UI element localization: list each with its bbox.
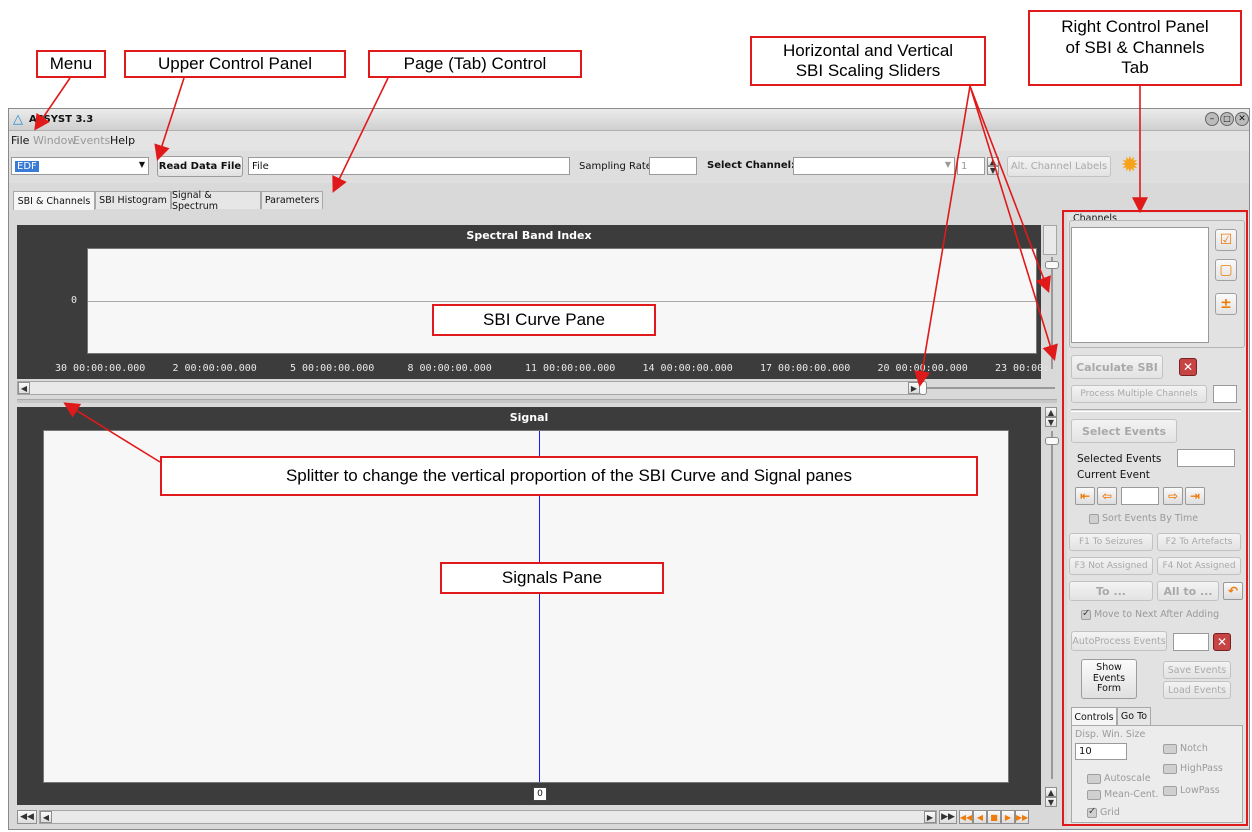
sbi-vertical-scaling-slider[interactable] bbox=[1045, 257, 1059, 369]
signal-horizontal-scrollbar[interactable]: ◀ ▶ bbox=[39, 810, 937, 824]
app-logo-icon: △ bbox=[13, 112, 23, 127]
channel-select[interactable]: ▼ bbox=[793, 157, 955, 175]
upper-control-panel: EDF ▼ Read Data File File Sampling Rate … bbox=[9, 151, 1249, 183]
scroll-right-icon[interactable]: ▶ bbox=[924, 811, 936, 823]
first-event-icon[interactable]: ◀◀ bbox=[959, 810, 973, 824]
sbi-curve-pane: Spectral Band Index 0 30 00:00:00.000 2 0… bbox=[17, 225, 1049, 379]
signal-vertical-scaling-slider[interactable] bbox=[1045, 431, 1059, 779]
format-value: EDF bbox=[15, 160, 39, 172]
signal-marker: 0 bbox=[533, 787, 547, 801]
x-tick-label: 11 00:00:00.000 bbox=[525, 363, 616, 374]
select-channel-label: Select Channel: bbox=[707, 160, 796, 171]
channel-index-field[interactable]: 1 bbox=[957, 157, 985, 175]
signal-scroll-down-icon[interactable]: ▼ bbox=[1045, 417, 1057, 427]
tab-signal-spectrum[interactable]: Signal & Spectrum bbox=[171, 190, 261, 212]
sbi-horizontal-scrollbar[interactable]: ◀ ▶ bbox=[17, 381, 921, 395]
sbi-horizontal-scaling-slider[interactable] bbox=[919, 381, 1055, 395]
callout-menu: Menu bbox=[36, 50, 106, 78]
channel-down-icon[interactable]: ▼ bbox=[987, 166, 999, 175]
jump-start-icon[interactable]: ◀◀ bbox=[17, 810, 37, 824]
window-title: ASSYST 3.3 bbox=[29, 114, 94, 125]
sampling-rate-label: Sampling Rate bbox=[579, 161, 652, 172]
title-bar: △ ASSYST 3.3 – □ ✕ bbox=[9, 109, 1249, 131]
tab-parameters[interactable]: Parameters bbox=[261, 191, 323, 209]
stop-icon[interactable]: ■ bbox=[987, 810, 1001, 824]
x-tick-label: 14 00:00:00.000 bbox=[642, 363, 733, 374]
signal-scroll-up-icon[interactable]: ▲ bbox=[1045, 407, 1057, 417]
signal-scale-down-icon[interactable]: ▼ bbox=[1045, 797, 1057, 807]
signal-scale-up-icon[interactable]: ▲ bbox=[1045, 787, 1057, 797]
callout-sliders: Horizontal and Vertical SBI Scaling Slid… bbox=[750, 36, 986, 86]
pane-splitter[interactable] bbox=[17, 399, 1057, 403]
x-tick-label: 30 00:00:00.000 bbox=[55, 363, 146, 374]
menu-file[interactable]: File bbox=[11, 134, 29, 147]
y-tick-label: 0 bbox=[71, 295, 78, 306]
gear-icon[interactable]: ✹ bbox=[1119, 155, 1141, 177]
format-select[interactable]: EDF ▼ bbox=[11, 157, 149, 175]
last-event-icon[interactable]: ▶▶ bbox=[1015, 810, 1029, 824]
menu-window[interactable]: Window bbox=[33, 134, 76, 147]
signal-nav-bar: ◀◀ ◀ ▶ ▶▶ ◀◀ ◀ ■ ▶ ▶▶ bbox=[17, 809, 1059, 825]
right-panel-highlight bbox=[1062, 210, 1248, 826]
x-tick-label: 17 00:00:00.000 bbox=[760, 363, 851, 374]
menu-bar: File Window Events Help bbox=[9, 131, 1249, 151]
tab-sbi-histogram[interactable]: SBI Histogram bbox=[95, 191, 171, 209]
sbi-pane-title: Spectral Band Index bbox=[466, 229, 592, 242]
menu-events[interactable]: Events bbox=[73, 134, 110, 147]
prev-event-icon[interactable]: ◀ bbox=[973, 810, 987, 824]
scroll-left-icon[interactable]: ◀ bbox=[18, 382, 30, 394]
callout-splitter: Splitter to change the vertical proporti… bbox=[160, 456, 978, 496]
tab-sbi-channels[interactable]: SBI & Channels bbox=[13, 191, 95, 210]
chevron-down-icon[interactable]: ▼ bbox=[945, 160, 951, 169]
callout-tab-control: Page (Tab) Control bbox=[368, 50, 582, 78]
x-tick-label: 8 00:00:00.000 bbox=[407, 363, 492, 374]
sbi-plot-area bbox=[87, 248, 1037, 354]
minimize-icon[interactable]: – bbox=[1205, 112, 1219, 126]
menu-help[interactable]: Help bbox=[110, 134, 135, 147]
signal-pane-title: Signal bbox=[509, 411, 549, 424]
callout-signals-pane: Signals Pane bbox=[440, 562, 664, 594]
chevron-down-icon[interactable]: ▼ bbox=[139, 160, 145, 169]
channel-up-icon[interactable]: ▲ bbox=[987, 157, 999, 166]
close-icon[interactable]: ✕ bbox=[1235, 112, 1249, 126]
next-event-icon[interactable]: ▶ bbox=[1001, 810, 1015, 824]
sampling-rate-field[interactable] bbox=[649, 157, 697, 175]
sbi-vertical-scrollbar[interactable] bbox=[1043, 225, 1057, 255]
read-data-file-button[interactable]: Read Data File bbox=[157, 156, 243, 177]
alt-channel-labels-button[interactable]: Alt. Channel Labels bbox=[1007, 156, 1111, 177]
x-tick-label: 5 00:00:00.000 bbox=[290, 363, 375, 374]
x-tick-label: 23 00:00: bbox=[995, 363, 1050, 374]
file-path-field[interactable]: File bbox=[248, 157, 570, 175]
scroll-left-icon[interactable]: ◀ bbox=[40, 811, 52, 823]
slider-handle[interactable] bbox=[1045, 261, 1059, 269]
callout-upper-control-panel: Upper Control Panel bbox=[124, 50, 346, 78]
sbi-zero-line bbox=[88, 301, 1036, 302]
callout-right-panel: Right Control Panel of SBI & Channels Ta… bbox=[1028, 10, 1242, 86]
jump-end-icon[interactable]: ▶▶ bbox=[939, 810, 957, 824]
maximize-icon[interactable]: □ bbox=[1220, 112, 1234, 126]
slider-handle[interactable] bbox=[919, 381, 927, 395]
x-tick-label: 20 00:00:00.000 bbox=[877, 363, 968, 374]
slider-handle[interactable] bbox=[1045, 437, 1059, 445]
x-tick-label: 2 00:00:00.000 bbox=[172, 363, 257, 374]
callout-sbi-curve-pane: SBI Curve Pane bbox=[432, 304, 656, 336]
